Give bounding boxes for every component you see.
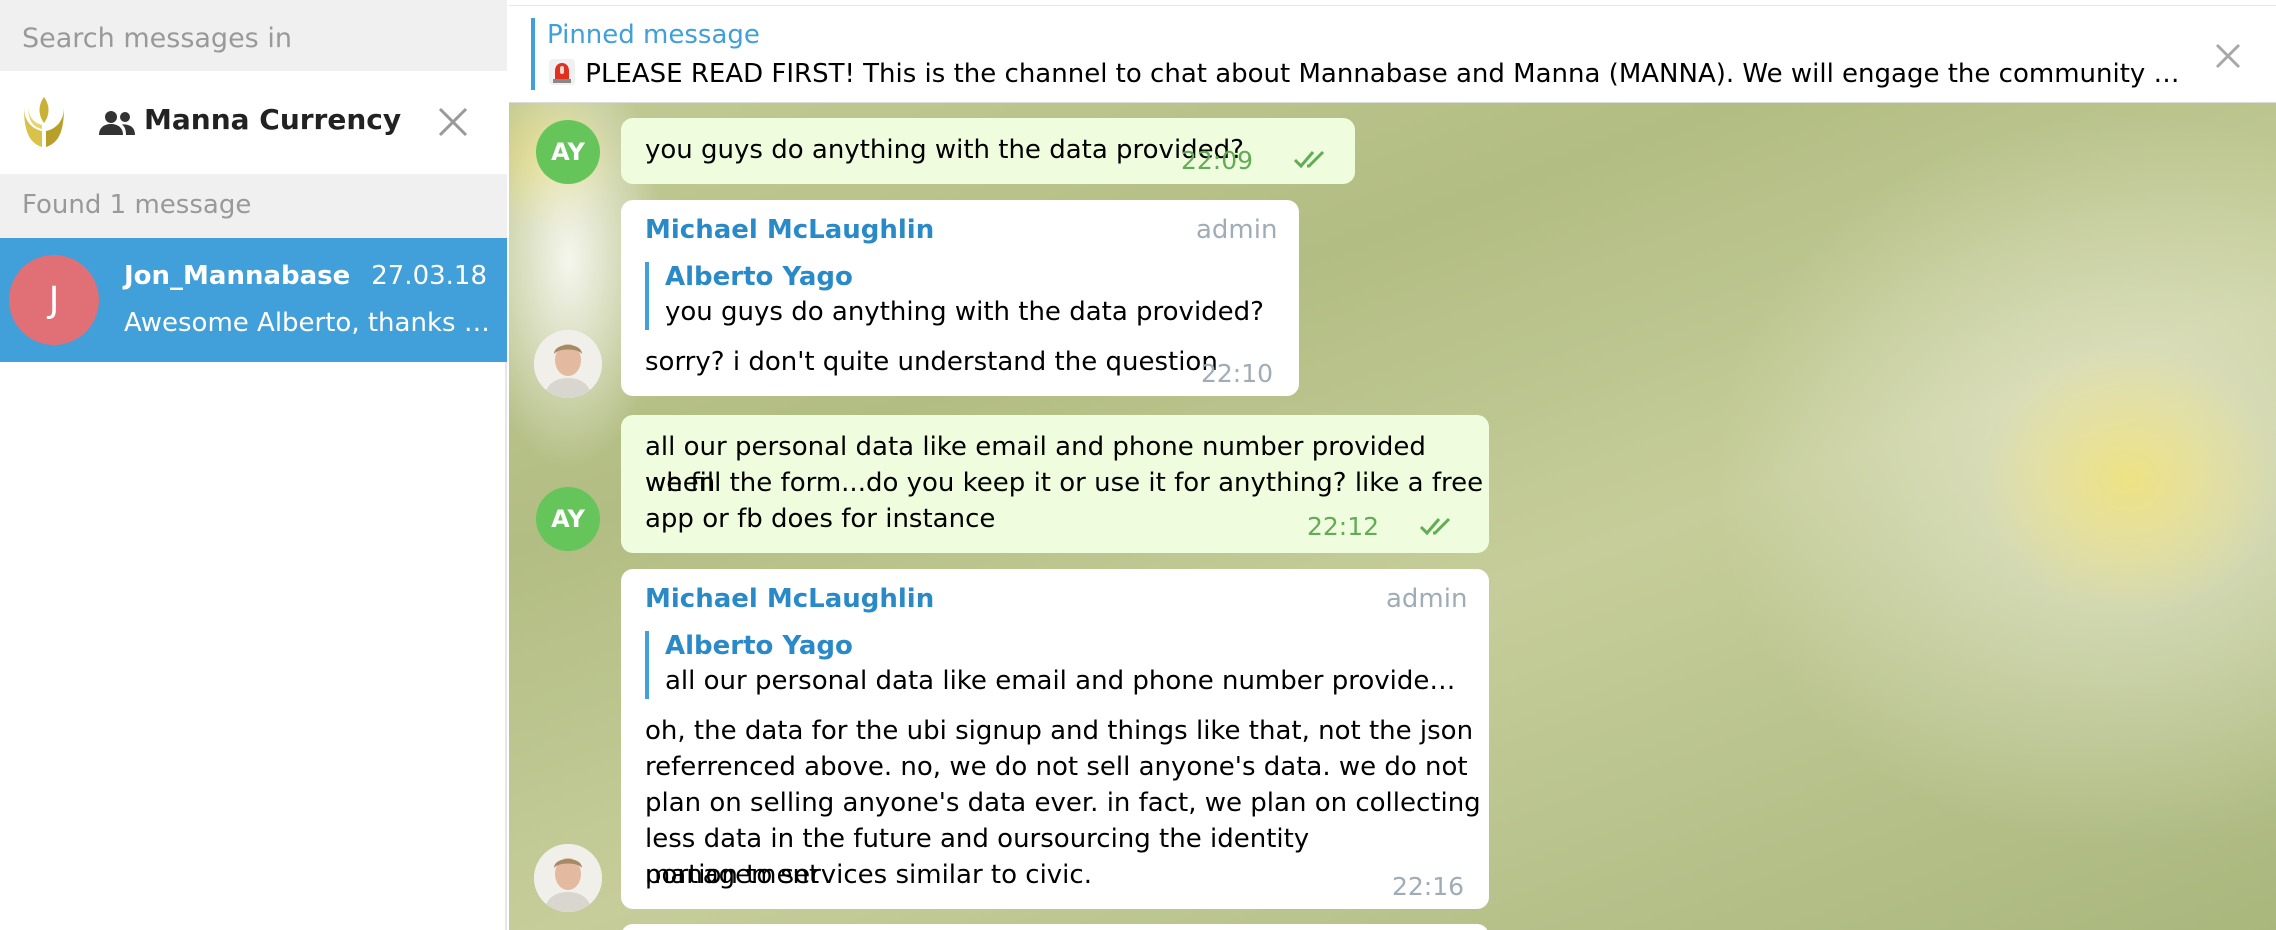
- result-sender-name: Jon_Mannabase: [124, 261, 351, 291]
- reply-text[interactable]: all our personal data like email and pho…: [665, 666, 1465, 696]
- double-check-icon: [1419, 517, 1451, 536]
- avatar[interactable]: [534, 844, 602, 912]
- user-photo-icon: [534, 330, 602, 398]
- message-text: you guys do anything with the data provi…: [645, 135, 1244, 165]
- avatar[interactable]: [534, 330, 602, 398]
- found-count-label: Found 1 message: [22, 190, 252, 220]
- chat-area: Pinned message PLEASE READ FIRST! This i…: [509, 0, 2276, 930]
- search-result-item[interactable]: J Jon_Mannabase 27.03.18 Awesome Alberto…: [0, 238, 507, 362]
- message-text: app or fb does for instance: [645, 504, 996, 534]
- pinned-title: Pinned message: [547, 20, 760, 50]
- sidebar: Manna Currency Found 1 message J Jon_Man…: [0, 0, 507, 930]
- message-text: we fill the form...do you keep it or use…: [645, 468, 1484, 498]
- message-time: 22:10: [1201, 359, 1274, 388]
- search-bar: [0, 0, 507, 71]
- avatar[interactable]: AY: [536, 487, 600, 551]
- group-icon: [99, 111, 135, 135]
- avatar: J: [9, 255, 99, 345]
- pinned-message-bar[interactable]: Pinned message PLEASE READ FIRST! This i…: [509, 6, 2276, 103]
- reply-author[interactable]: Alberto Yago: [665, 262, 853, 292]
- sender-name[interactable]: Michael McLaughlin: [645, 215, 934, 245]
- message-text: sorry? i don't quite understand the ques…: [645, 347, 1218, 377]
- siren-icon: [549, 59, 575, 85]
- admin-badge: admin: [1196, 215, 1278, 245]
- manna-logo-icon: [24, 97, 64, 147]
- user-photo-icon: [534, 844, 602, 912]
- double-check-icon: [1293, 150, 1325, 169]
- message-bubble[interactable]: all our personal data like email and pho…: [621, 415, 1489, 553]
- message-text: referrenced above. no, we do not sell an…: [645, 752, 1468, 782]
- reply-author[interactable]: Alberto Yago: [665, 631, 853, 661]
- close-icon[interactable]: [2212, 40, 2244, 72]
- message-bubble[interactable]: you guys do anything with the data provi…: [621, 118, 1355, 184]
- message-text: oh, the data for the ubi signup and thin…: [645, 716, 1474, 746]
- message-bubble[interactable]: Michael McLaughlin admin Alberto Yago yo…: [621, 200, 1299, 396]
- reply-accent-bar: [645, 631, 649, 699]
- pinned-text: PLEASE READ FIRST! This is the channel t…: [547, 57, 2187, 89]
- search-chat-filter: Manna Currency: [0, 71, 507, 174]
- filter-chat-title: Manna Currency: [144, 103, 402, 136]
- search-results-header: Found 1 message: [0, 174, 507, 238]
- message-time: 22:09: [1181, 146, 1254, 175]
- message-time: 22:16: [1392, 872, 1465, 901]
- result-date: 27.03.18: [371, 261, 487, 291]
- message-bubble[interactable]: Michael McLaughlin admin Alberto Yago al…: [621, 569, 1489, 909]
- message-text: portion to services similar to civic.: [645, 860, 1092, 890]
- reply-text[interactable]: you guys do anything with the data provi…: [665, 297, 1265, 327]
- message-time: 22:12: [1307, 512, 1380, 541]
- pinned-accent-bar: [531, 18, 535, 90]
- search-input[interactable]: [22, 18, 492, 58]
- sender-name[interactable]: Michael McLaughlin: [645, 584, 934, 614]
- message-text: plan on selling anyone's data ever. in f…: [645, 788, 1481, 818]
- pinned-text-content: PLEASE READ FIRST! This is the channel t…: [585, 59, 2187, 89]
- message-bubble[interactable]: [621, 924, 1489, 930]
- admin-badge: admin: [1386, 584, 1468, 614]
- reply-accent-bar: [645, 262, 649, 330]
- close-icon[interactable]: [434, 103, 472, 141]
- avatar[interactable]: AY: [536, 120, 600, 184]
- result-preview: Awesome Alberto, thanks so...: [124, 308, 494, 338]
